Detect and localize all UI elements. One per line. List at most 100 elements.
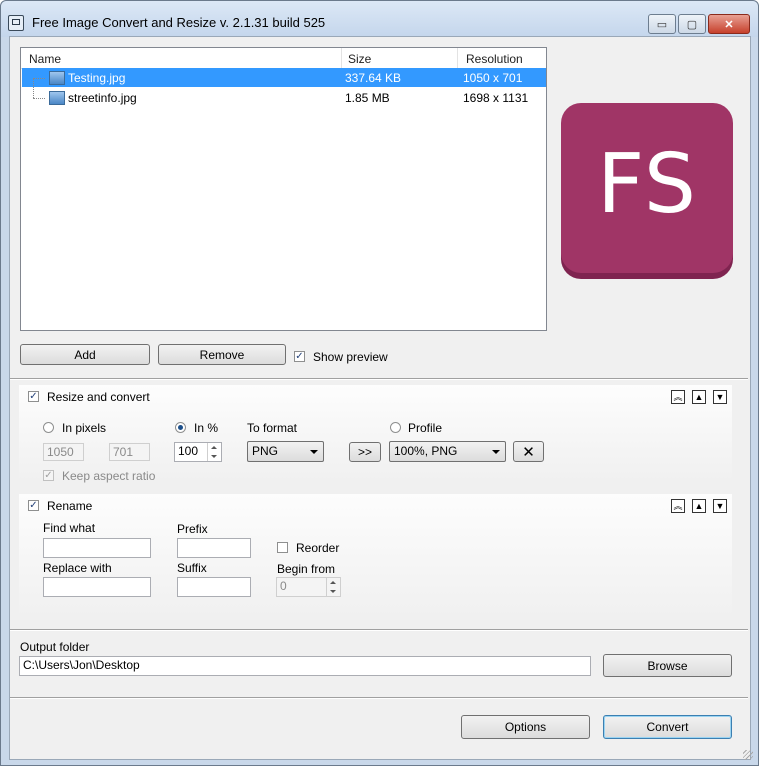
column-name[interactable]: Name	[29, 52, 61, 66]
spin-up-icon	[330, 581, 336, 584]
image-file-icon	[49, 91, 65, 105]
suffix-input[interactable]	[177, 577, 251, 597]
format-value: PNG	[252, 444, 279, 458]
profile-label: Profile	[408, 421, 443, 435]
height-input[interactable]: 701	[109, 443, 150, 461]
output-folder-input[interactable]: C:\Users\Jon\Desktop	[19, 656, 591, 676]
delete-profile-button[interactable]: ✕	[513, 441, 544, 462]
file-row[interactable]: Testing.jpg 337.64 KB 1050 x 701	[22, 68, 546, 87]
options-button[interactable]: Options	[461, 715, 590, 739]
output-folder-label: Output folder	[20, 640, 90, 654]
file-name: streetinfo.jpg	[68, 91, 137, 105]
close-icon: ✕	[724, 18, 734, 31]
begin-from-stepper[interactable]: 0	[276, 577, 341, 597]
spinner[interactable]	[326, 578, 340, 596]
begin-from-label: Begin from	[277, 562, 336, 576]
column-divider[interactable]	[457, 48, 458, 68]
maximize-icon: ▢	[686, 18, 698, 31]
move-down-button[interactable]: ▼	[713, 499, 727, 513]
spin-down-icon	[330, 590, 336, 593]
find-what-input[interactable]	[43, 538, 151, 558]
divider	[10, 697, 748, 699]
file-list-header: Name Size Resolution	[21, 48, 546, 69]
spin-down-icon	[211, 455, 217, 458]
up-arrow-icon: ▲	[694, 391, 704, 402]
resize-header: Resize and convert	[47, 390, 150, 404]
tree-connector	[33, 78, 34, 98]
divider	[10, 378, 748, 380]
file-resolution: 1050 x 701	[463, 71, 523, 85]
replace-with-input[interactable]	[43, 577, 151, 597]
file-size: 337.64 KB	[345, 71, 402, 85]
maximize-button[interactable]: ▢	[678, 14, 706, 34]
dropdown-arrow-icon	[492, 450, 500, 454]
file-size: 1.85 MB	[345, 91, 390, 105]
move-down-button[interactable]: ▼	[713, 390, 727, 404]
format-select[interactable]: PNG	[247, 441, 324, 462]
logo-text: FS	[597, 137, 697, 232]
image-file-icon	[49, 71, 65, 85]
rename-checkbox[interactable]: ✓	[28, 500, 39, 511]
minimize-icon: ▭	[656, 18, 668, 31]
dropdown-arrow-icon	[310, 450, 318, 454]
rename-header: Rename	[47, 499, 93, 513]
down-arrow-icon: ▼	[715, 500, 725, 511]
percent-value: 100	[178, 444, 199, 458]
tree-connector	[33, 78, 45, 79]
file-name: Testing.jpg	[68, 71, 126, 85]
tree-connector	[33, 98, 45, 99]
in-percent-label: In %	[194, 421, 219, 435]
move-up-button[interactable]: ▲	[692, 390, 706, 404]
move-top-button[interactable]: ︽	[671, 390, 685, 404]
app-icon	[8, 15, 24, 31]
app-logo: FS	[561, 103, 733, 273]
keep-aspect-checkbox[interactable]: ✓	[43, 470, 54, 481]
in-pixels-label: In pixels	[62, 421, 107, 435]
resize-grip[interactable]	[743, 750, 753, 760]
resize-checkbox[interactable]: ✓	[28, 391, 39, 402]
percent-stepper[interactable]: 100	[174, 442, 222, 462]
profile-radio[interactable]	[390, 422, 401, 433]
delete-icon: ✕	[522, 443, 535, 461]
column-size[interactable]: Size	[348, 52, 371, 66]
in-pixels-radio[interactable]	[43, 422, 54, 433]
browse-button[interactable]: Browse	[603, 654, 732, 677]
apply-profile-button[interactable]: >>	[349, 442, 381, 462]
width-input[interactable]: 1050	[43, 443, 84, 461]
up-arrow-icon: ▲	[694, 500, 704, 511]
down-arrow-icon: ▼	[715, 391, 725, 402]
reorder-checkbox[interactable]	[277, 542, 288, 553]
in-percent-radio[interactable]	[175, 422, 186, 433]
prefix-input[interactable]	[177, 538, 251, 558]
profile-value: 100%, PNG	[394, 444, 458, 458]
prefix-label: Prefix	[177, 522, 208, 536]
keep-aspect-label: Keep aspect ratio	[62, 469, 156, 483]
divider	[10, 629, 748, 631]
convert-button[interactable]: Convert	[603, 715, 732, 739]
close-button[interactable]: ✕	[708, 14, 750, 34]
move-up-button[interactable]: ▲	[692, 499, 706, 513]
file-row[interactable]: streetinfo.jpg 1.85 MB 1698 x 1131	[22, 78, 546, 107]
spin-up-icon	[211, 446, 217, 449]
to-format-label: To format	[247, 421, 298, 435]
column-resolution[interactable]: Resolution	[466, 52, 523, 66]
file-resolution: 1698 x 1131	[463, 91, 529, 105]
suffix-label: Suffix	[177, 561, 207, 575]
add-button[interactable]: Add	[20, 344, 150, 365]
minimize-button[interactable]: ▭	[648, 14, 676, 34]
move-top-button[interactable]: ︽	[671, 499, 685, 513]
double-up-icon: ︽	[673, 391, 683, 402]
double-up-icon: ︽	[673, 500, 683, 511]
file-list[interactable]: Name Size Resolution Testing.jpg 337.64 …	[20, 47, 547, 331]
show-preview-label: Show preview	[313, 350, 388, 364]
reorder-label: Reorder	[296, 541, 340, 555]
begin-from-value: 0	[280, 579, 287, 593]
profile-select[interactable]: 100%, PNG	[389, 441, 506, 462]
remove-button[interactable]: Remove	[158, 344, 286, 365]
spinner[interactable]	[207, 443, 221, 461]
column-divider[interactable]	[341, 48, 342, 68]
replace-with-label: Replace with	[43, 561, 112, 575]
show-preview-checkbox[interactable]: ✓	[294, 351, 305, 362]
find-what-label: Find what	[43, 521, 96, 535]
window-title: Free Image Convert and Resize v. 2.1.31 …	[32, 15, 326, 30]
